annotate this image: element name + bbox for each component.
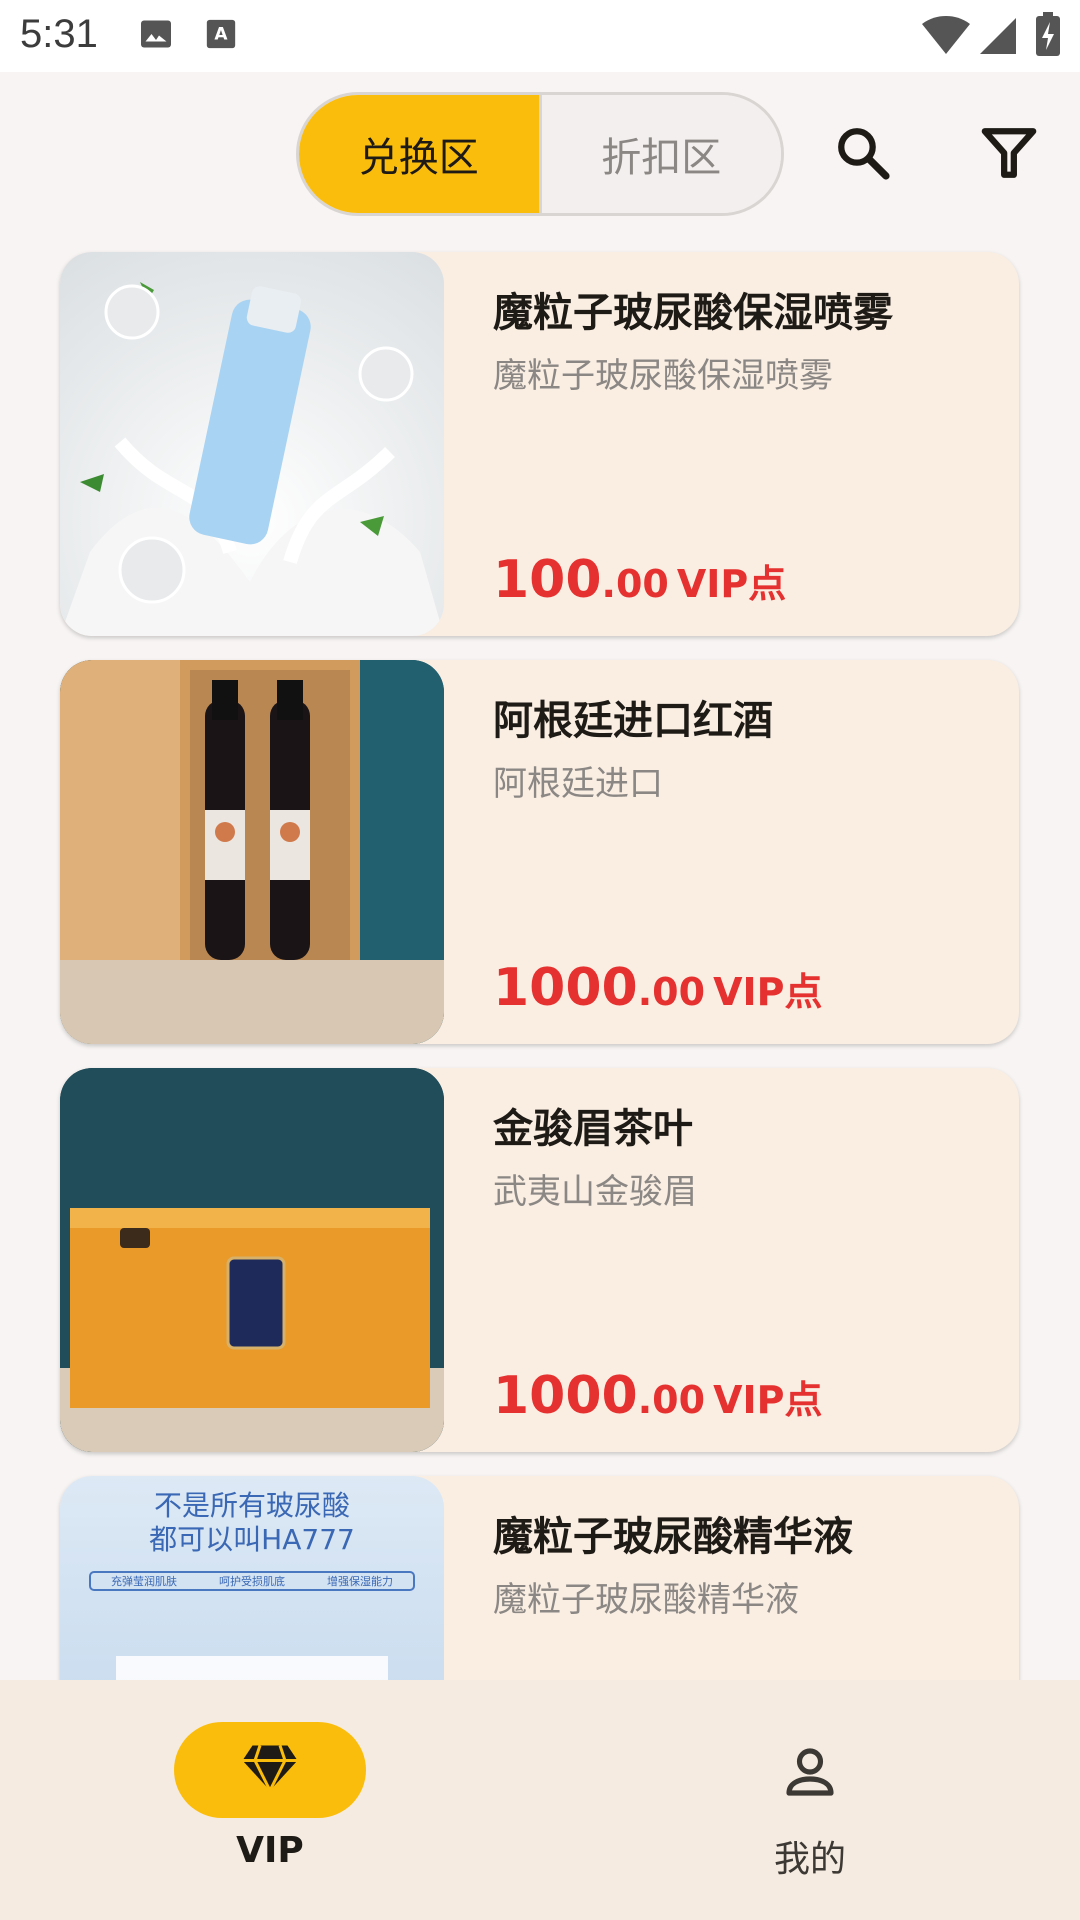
price-unit: VIP点 (713, 1378, 823, 1422)
product-subtitle: 魔粒子玻尿酸保湿喷雾 (493, 356, 833, 396)
product-image-tea (60, 1068, 444, 1452)
top-bar: 兑换区 折扣区 (0, 72, 1080, 242)
tab-discount-zone[interactable]: 折扣区 (538, 95, 781, 213)
product-image-spray (60, 252, 444, 636)
price-integer: 100 (493, 550, 602, 610)
product-price: 100.00 VIP点 (493, 550, 786, 610)
text-a-icon: A (204, 16, 238, 56)
product-card[interactable]: 魔粒子玻尿酸保湿喷雾 魔粒子玻尿酸保湿喷雾 100.00 VIP点 (60, 252, 1019, 636)
product-list[interactable]: 魔粒子玻尿酸保湿喷雾 魔粒子玻尿酸保湿喷雾 100.00 VIP点 阿根廷进口红… (0, 242, 1080, 1680)
product-title: 魔粒子玻尿酸精华液 (493, 1514, 853, 1560)
wifi-icon (922, 16, 970, 60)
price-decimal: .00 (637, 970, 706, 1014)
product-title: 金骏眉茶叶 (493, 1106, 693, 1152)
serum-headline-2: 都可以叫HA777 (149, 1523, 355, 1556)
product-subtitle: 武夷山金骏眉 (493, 1172, 697, 1212)
price-unit: VIP点 (713, 970, 823, 1014)
serum-tag: 充弹莹润肌肤 (111, 1575, 177, 1588)
image-icon (138, 16, 174, 56)
price-decimal: .00 (601, 562, 669, 606)
product-card[interactable]: 金骏眉茶叶 武夷山金骏眉 1000.00 VIP点 (60, 1068, 1019, 1452)
bottom-nav: VIP 我的 (0, 1680, 1080, 1920)
signal-icon (980, 16, 1016, 60)
serum-tag: 增强保湿能力 (327, 1575, 393, 1588)
price-integer: 1000 (493, 1366, 638, 1426)
serum-tags: 充弹莹润肌肤 呵护受损肌底 增强保湿能力 (90, 1572, 414, 1590)
diamond-icon (240, 1743, 300, 1797)
price-integer: 1000 (493, 958, 638, 1018)
product-image-serum: 不是所有玻尿酸 都可以叫HA777 充弹莹润肌肤 呵护受损肌底 增强保湿能力 (60, 1476, 444, 1680)
product-image-wine (60, 660, 444, 1044)
product-price: 1000.00 VIP点 (493, 1366, 822, 1426)
product-card[interactable]: 不是所有玻尿酸 都可以叫HA777 充弹莹润肌肤 呵护受损肌底 增强保湿能力 魔… (60, 1476, 1019, 1680)
status-time: 5:31 (20, 12, 98, 56)
status-bar: 5:31 A (0, 0, 1080, 72)
zone-tabs: 兑换区 折扣区 (296, 92, 784, 216)
serum-tag: 呵护受损肌底 (219, 1575, 285, 1588)
product-subtitle: 魔粒子玻尿酸精华液 (493, 1580, 799, 1620)
price-decimal: .00 (637, 1378, 706, 1422)
price-unit: VIP点 (676, 562, 787, 606)
nav-label: VIP (236, 1830, 304, 1871)
product-title: 阿根廷进口红酒 (493, 698, 773, 744)
person-icon (782, 1744, 838, 1804)
product-card[interactable]: 阿根廷进口红酒 阿根廷进口 1000.00 VIP点 (60, 660, 1019, 1044)
product-price: 1000.00 VIP点 (493, 958, 822, 1018)
filter-icon[interactable] (980, 124, 1038, 186)
nav-item-mine[interactable]: 我的 (540, 1680, 1080, 1920)
product-title: 魔粒子玻尿酸保湿喷雾 (493, 290, 893, 336)
tab-exchange-zone[interactable]: 兑换区 (299, 95, 539, 213)
svg-text:A: A (214, 25, 228, 45)
nav-label: 我的 (773, 1839, 846, 1880)
battery-charging-icon (1036, 12, 1060, 60)
nav-item-vip[interactable]: VIP (0, 1680, 540, 1920)
nav-active-indicator (174, 1722, 366, 1818)
product-subtitle: 阿根廷进口 (493, 764, 663, 804)
search-icon[interactable] (834, 124, 892, 186)
